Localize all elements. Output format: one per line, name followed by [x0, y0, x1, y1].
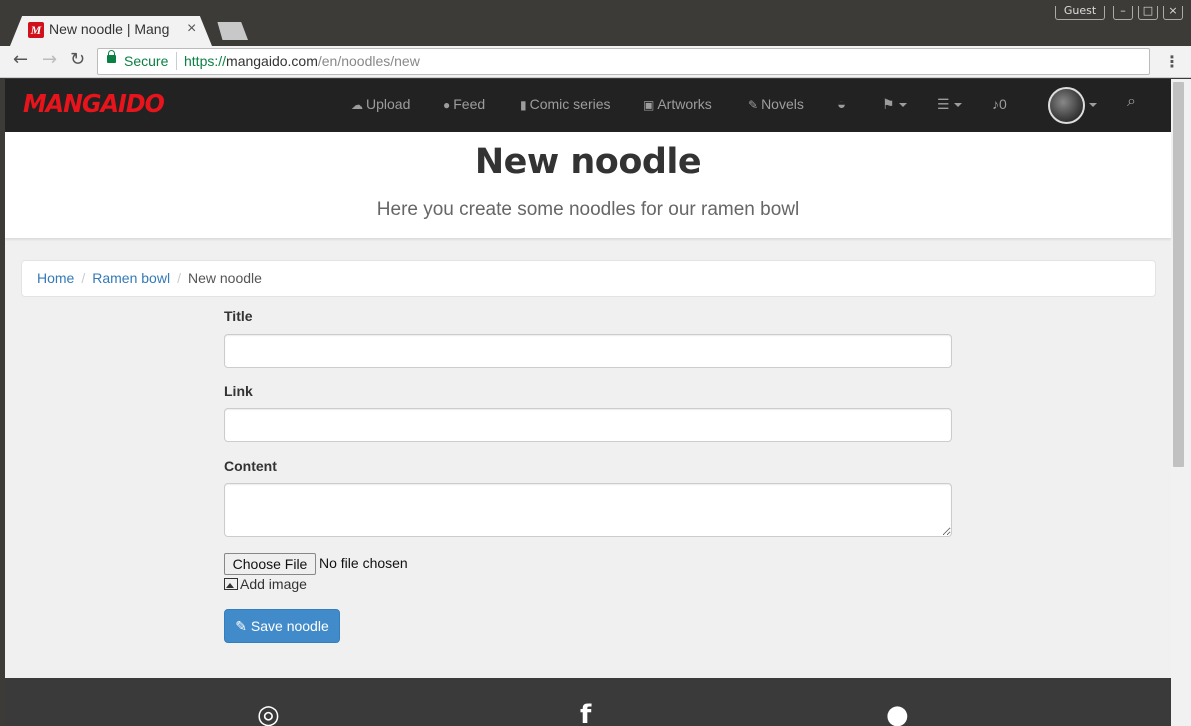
- menu-dropdown[interactable]: ☰: [937, 96, 962, 113]
- breadcrumb-current: New noodle: [187, 270, 262, 286]
- nav-comic-series-label: Comic series: [529, 96, 611, 112]
- notifications[interactable]: ♪0: [992, 96, 1007, 112]
- pencil-icon: ✎: [235, 618, 247, 634]
- chevron-down-icon: [953, 103, 962, 108]
- edit-icon: ✎: [748, 98, 759, 112]
- cloud-upload-icon: ☁: [351, 98, 363, 112]
- save-noodle-button[interactable]: ✎ Save noodle: [224, 609, 340, 643]
- breadcrumb: Home / Ramen bowl / New noodle: [21, 260, 1156, 297]
- title-input[interactable]: [224, 334, 952, 368]
- reload-icon[interactable]: ↻: [70, 49, 85, 70]
- breadcrumb-ramen-bowl[interactable]: Ramen bowl: [92, 270, 170, 286]
- browser-menu-icon[interactable]: ⋮: [1164, 52, 1180, 71]
- add-image-text: Add image: [240, 576, 307, 592]
- forward-arrow-icon[interactable]: →: [42, 49, 57, 70]
- chevron-down-icon: [1089, 103, 1097, 108]
- link-label: Link: [224, 383, 253, 399]
- tab-close-icon[interactable]: ×: [187, 20, 196, 38]
- page-viewport: MANGAIDO ☁ Upload ● Feed ▮ Comic series ▣ Ar…: [5, 79, 1171, 726]
- scrollbar-thumb[interactable]: [1173, 82, 1184, 467]
- minimize-button[interactable]: –: [1113, 5, 1133, 20]
- file-status: No file chosen: [319, 555, 408, 571]
- nav-comic-series[interactable]: ▮ Comic series: [520, 96, 611, 112]
- avatar-dropdown[interactable]: [1085, 96, 1097, 112]
- bowl-icon[interactable]: ◒: [837, 96, 846, 113]
- choose-file-button[interactable]: Choose File: [224, 553, 316, 575]
- comments-icon: ●: [443, 98, 451, 112]
- content-textarea[interactable]: [224, 483, 952, 537]
- lock-icon: [107, 50, 116, 63]
- url-path: /en/noodles/new: [317, 53, 420, 69]
- facebook-icon[interactable]: f: [580, 700, 591, 726]
- add-image-label[interactable]: Add image: [224, 576, 307, 592]
- close-window-button[interactable]: ×: [1163, 5, 1183, 20]
- breadcrumb-home[interactable]: Home: [37, 270, 74, 286]
- language-dropdown[interactable]: ⚑: [882, 96, 907, 113]
- nav-artworks[interactable]: ▣ Artworks: [643, 96, 712, 112]
- omnibox-divider: [176, 52, 177, 70]
- secure-label: Secure: [124, 53, 169, 69]
- avatar[interactable]: [1048, 87, 1085, 124]
- nav-upload-label: Upload: [366, 96, 411, 112]
- site-footer: ◎ f ●: [5, 678, 1171, 726]
- breadcrumb-divider: /: [177, 270, 181, 286]
- page-header: New noodle Here you create some noodles …: [5, 132, 1171, 239]
- picture-icon: [224, 578, 238, 590]
- page-subtitle: Here you create some noodles for our ram…: [376, 199, 800, 220]
- nav-artworks-label: Artworks: [657, 96, 712, 112]
- nav-feed-label: Feed: [453, 96, 486, 112]
- maximize-button[interactable]: □: [1138, 5, 1158, 20]
- search-icon[interactable]: ⌕: [1127, 93, 1136, 111]
- book-icon: ▮: [520, 98, 527, 112]
- link-input[interactable]: [224, 408, 952, 442]
- site-logo[interactable]: MANGAIDO: [23, 89, 165, 118]
- nav-novels[interactable]: ✎ Novels: [748, 96, 804, 112]
- chevron-down-icon: [898, 103, 907, 108]
- save-noodle-label: Save noodle: [250, 618, 329, 634]
- picture-icon: ▣: [643, 98, 655, 112]
- url-scheme: https://: [184, 53, 227, 69]
- profile-button[interactable]: Guest: [1055, 6, 1105, 20]
- page-title: New noodle: [474, 142, 702, 182]
- instagram-icon[interactable]: ◎: [257, 700, 280, 726]
- nav-upload[interactable]: ☁ Upload: [351, 96, 410, 112]
- site-navbar: MANGAIDO ☁ Upload ● Feed ▮ Comic series ▣ Ar…: [5, 79, 1171, 132]
- content-label: Content: [224, 458, 277, 474]
- hamburger-icon: ☰: [937, 96, 950, 112]
- notification-count: 0: [999, 96, 1007, 112]
- url-text[interactable]: https://mangaido.com/en/noodles/new: [184, 53, 420, 69]
- flag-icon: ⚑: [882, 96, 895, 112]
- nav-feed[interactable]: ● Feed: [443, 96, 485, 112]
- tab-title: New noodle | Mang: [49, 21, 170, 37]
- url-host: mangaido.com: [226, 53, 318, 69]
- breadcrumb-divider: /: [81, 270, 86, 286]
- bell-icon: ♪: [992, 96, 999, 112]
- nav-novels-label: Novels: [761, 96, 804, 112]
- user-icon[interactable]: ●: [886, 700, 909, 726]
- mangaido-favicon-icon: M: [28, 22, 44, 38]
- title-label: Title: [224, 308, 253, 324]
- back-arrow-icon[interactable]: ←: [13, 49, 28, 70]
